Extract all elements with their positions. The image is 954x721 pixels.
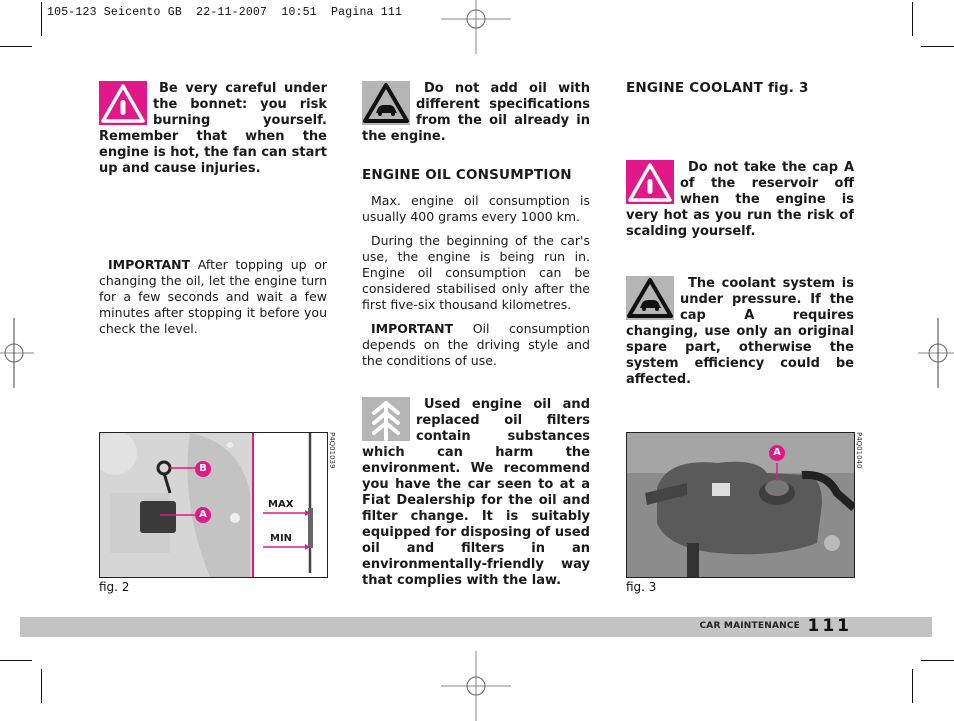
warning-burn: Be very careful under the bonnet: you ri…	[99, 81, 327, 177]
heading-figure-ref: fig. 3	[767, 80, 809, 96]
figure-code: P4Q01040	[855, 432, 863, 469]
paragraph: Max. engine oil consumption is usually 4…	[362, 193, 590, 224]
oil-consumption-text: Max. engine oil consumption is usually 4…	[362, 193, 590, 369]
crop-mark	[0, 46, 32, 47]
dipstick-max-label: MAX	[268, 499, 294, 510]
dipstick-min-label: MIN	[270, 533, 293, 544]
footer-bar: CAR MAINTENANCE 111	[20, 616, 932, 637]
heading-text: ENGINE COOLANT	[626, 80, 764, 96]
paragraph: During the beginning of the car's use, t…	[362, 233, 590, 312]
car-caution-icon	[362, 81, 410, 125]
callout-b: B	[195, 461, 211, 477]
figure-2-image: B A MAX MIN	[99, 432, 328, 578]
registration-mark-icon	[441, 0, 511, 54]
registration-mark-icon	[0, 318, 34, 388]
crop-mark	[912, 669, 913, 703]
warning-scalding: Do not take the cap A of the reservoir o…	[626, 160, 854, 240]
warning-triangle-icon	[626, 160, 674, 204]
car-caution-icon	[626, 276, 674, 320]
figure-3-image: A	[626, 432, 855, 578]
figure-caption: fig. 2	[99, 580, 130, 594]
registration-mark-icon	[441, 651, 511, 721]
section-heading-oil-consumption: ENGINE OIL CONSUMPTION	[362, 167, 572, 183]
important-label: IMPORTANT	[108, 257, 191, 272]
print-slug: 105-123 Seicento GB 22-11-2007 10:51 Pag…	[47, 6, 403, 19]
crop-mark	[912, 2, 913, 36]
caution-pressure: The coolant system is under pressure. If…	[626, 276, 854, 388]
environment-note: Used engine oil and replaced oil filters…	[362, 397, 590, 589]
footer-section-label: CAR MAINTENANCE	[699, 621, 800, 631]
crop-mark	[921, 660, 954, 661]
important-note: IMPORTANT After topping up or changing t…	[99, 257, 327, 337]
caution-oil-spec: Do not add oil with different specificat…	[362, 81, 590, 145]
crop-mark	[41, 2, 42, 36]
important-label: IMPORTANT	[371, 321, 454, 336]
crop-mark	[921, 46, 954, 47]
environment-tree-icon	[362, 397, 410, 441]
warning-triangle-icon	[99, 81, 147, 125]
crop-mark	[41, 669, 42, 703]
crop-mark	[0, 660, 32, 661]
callout-a: A	[195, 507, 211, 523]
page-number: 111	[807, 616, 852, 636]
section-heading-engine-coolant: ENGINE COOLANT fig. 3	[626, 80, 809, 96]
callout-a: A	[769, 445, 785, 461]
figure-caption: fig. 3	[626, 580, 657, 594]
figure-code: P4Q01039	[328, 432, 336, 469]
registration-mark-icon	[918, 318, 954, 388]
